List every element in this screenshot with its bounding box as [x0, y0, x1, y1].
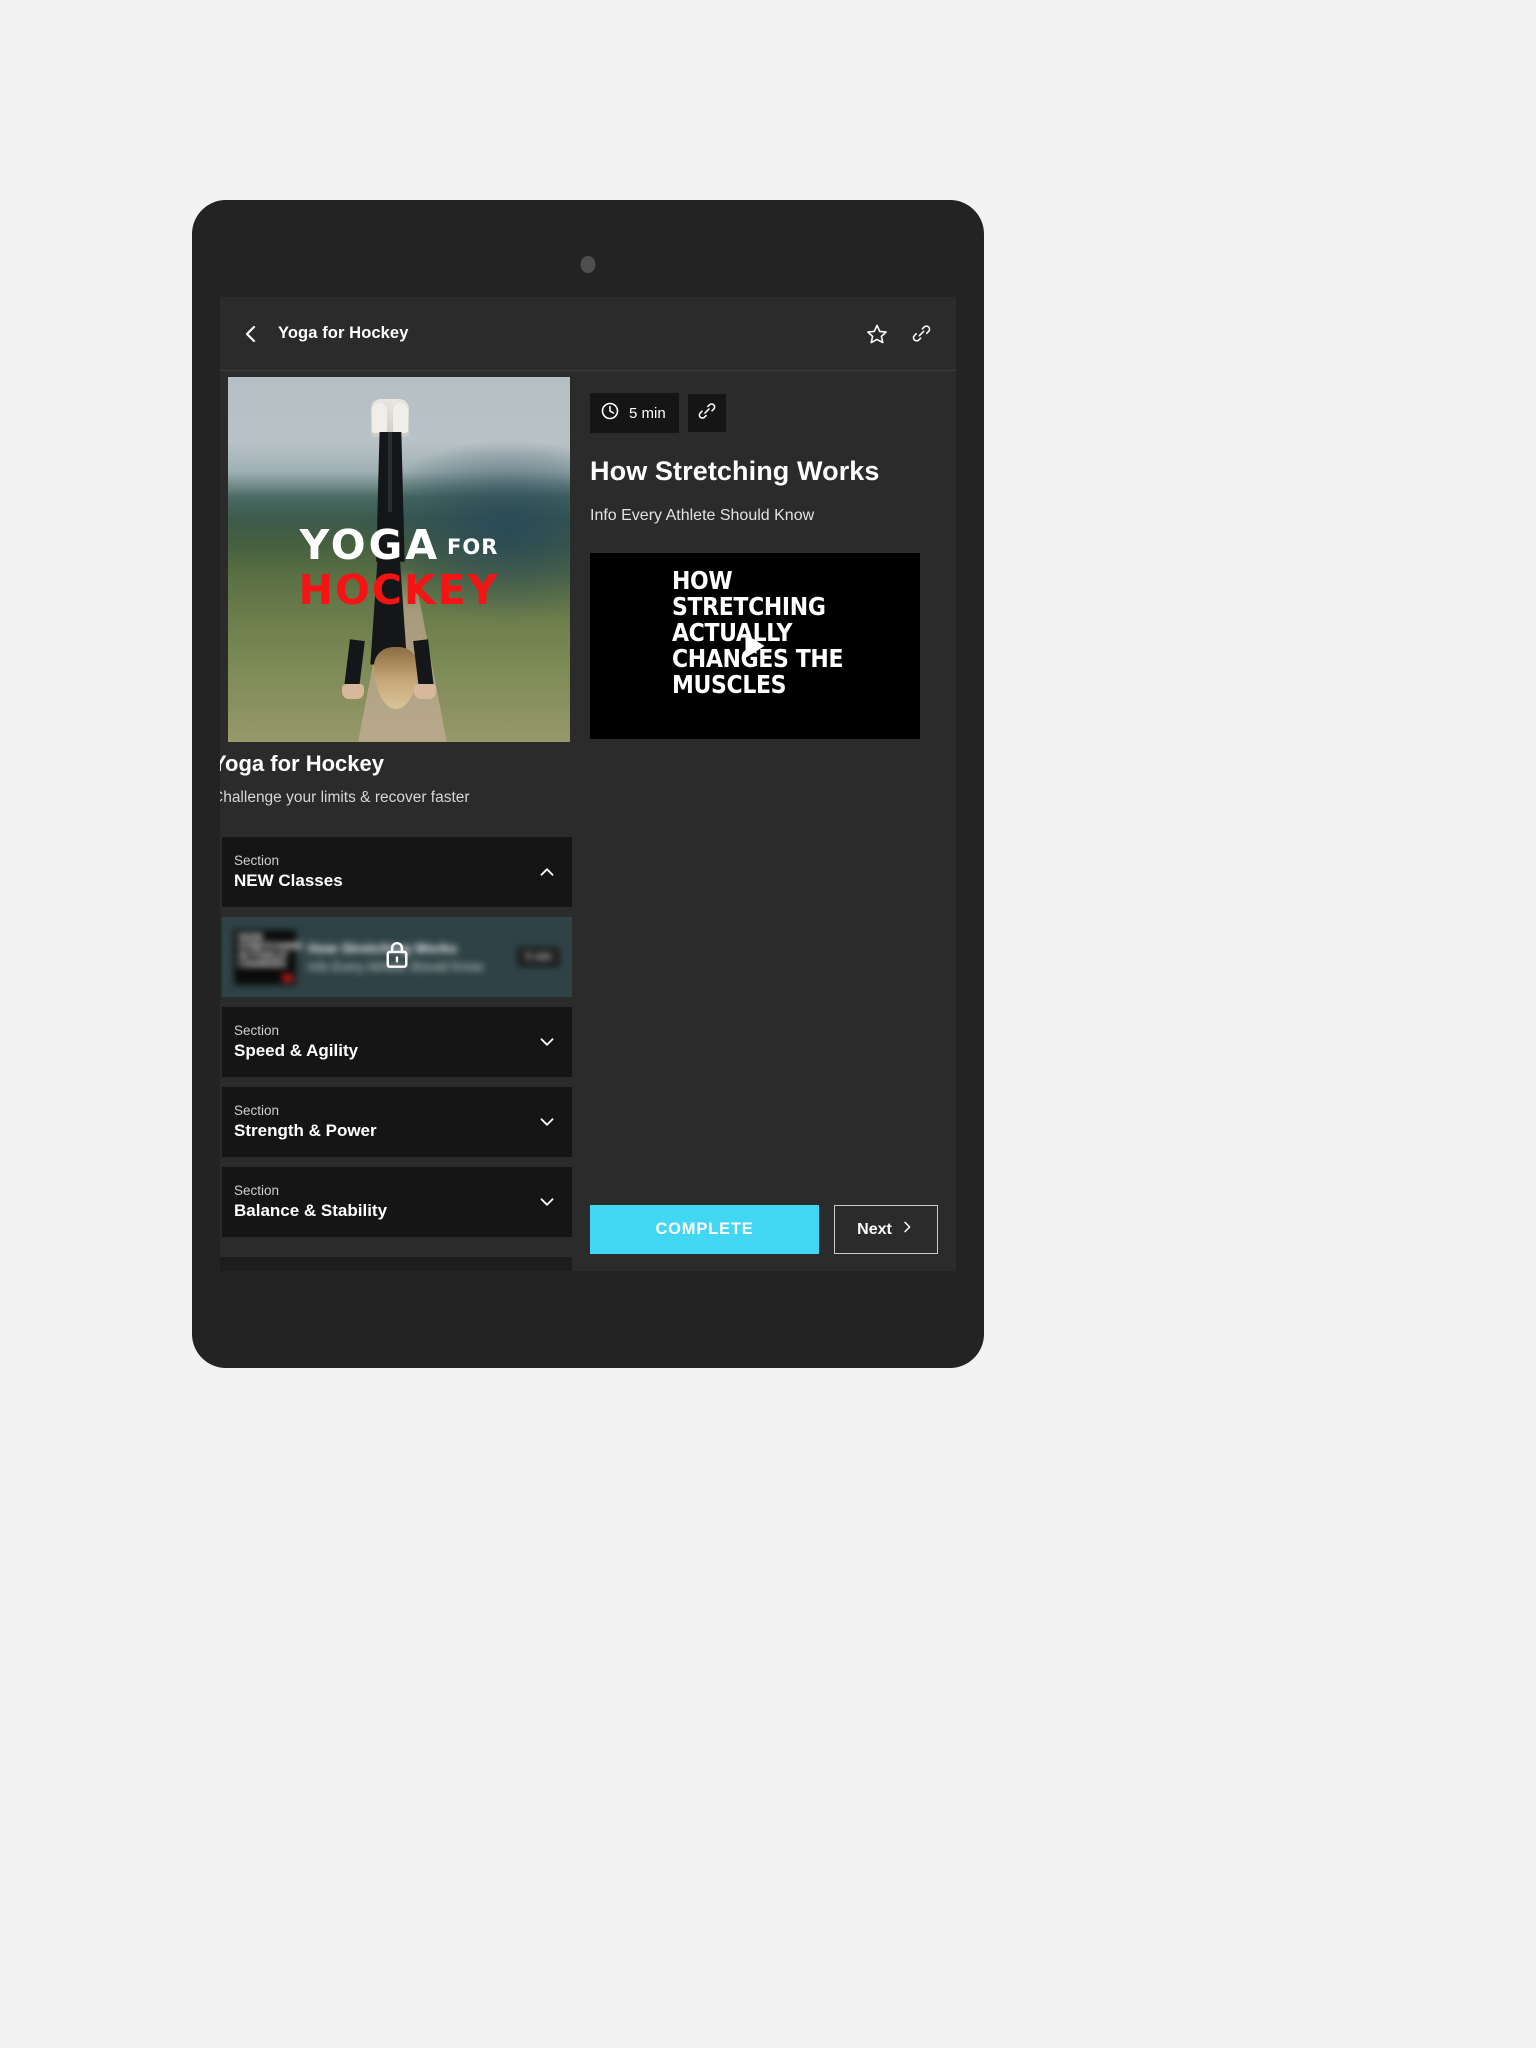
video-title-text: HOW STRETCHING ACTUALLY CHANGES THE MUSC…: [672, 566, 844, 699]
lesson-subtitle: Info Every Athlete Should Know: [590, 507, 815, 524]
section-name: Strength & Power: [234, 1121, 377, 1141]
athlete-arm-right: [412, 639, 434, 689]
section-accordion-list: Section NEW Classes HOW STRETCHING ACTUA…: [222, 837, 572, 1247]
course-hero-image: YOGA FOR HOCKEY: [228, 377, 570, 742]
athlete-hand-left: [341, 683, 364, 699]
section-kicker: Section: [234, 1182, 280, 1198]
lock-overlay: [222, 917, 572, 997]
section-name: Balance & Stability: [234, 1201, 388, 1221]
app-screen: Yoga for Hockey YOGA FOR HOCKEY Yoga for…: [220, 297, 956, 1271]
chevron-right-icon: [899, 1219, 915, 1240]
next-button-label: Next: [857, 1220, 892, 1238]
chevron-up-icon[interactable]: [536, 861, 558, 883]
lesson-meta-row: 5 min: [590, 393, 938, 433]
lesson-detail-pane: 5 min How Stretching Works Info Every At…: [572, 371, 956, 1271]
lesson-title: How Stretching Works: [590, 456, 880, 486]
section-name: Speed & Agility: [234, 1041, 359, 1061]
sidebar-section-new-classes[interactable]: Section NEW Classes: [222, 837, 572, 907]
lesson-duration-chip: 5 min: [590, 393, 679, 433]
course-sidebar: YOGA FOR HOCKEY Yoga for Hockey Challenge…: [220, 371, 572, 1271]
app-header-bar: Yoga for Hockey: [220, 297, 956, 371]
section-kicker: Section: [234, 1022, 280, 1038]
athlete-arm-left: [343, 639, 365, 689]
athlete-hand-right: [413, 683, 436, 699]
content-area: YOGA FOR HOCKEY Yoga for Hockey Challenge…: [220, 371, 956, 1271]
course-title: Yoga for Hockey: [220, 751, 384, 776]
lesson-duration-text: 5 min: [629, 404, 666, 422]
section-kicker: Section: [234, 1102, 280, 1118]
complete-button[interactable]: COMPLETE: [590, 1205, 819, 1254]
chevron-down-icon[interactable]: [536, 1111, 558, 1133]
app-header-left: Yoga for Hockey: [234, 317, 408, 351]
link-icon[interactable]: [904, 317, 938, 351]
section-kicker: Section: [234, 852, 280, 868]
sidebar-section-strength-power[interactable]: Section Strength & Power: [222, 1087, 572, 1157]
sidebar-section-balance-stability[interactable]: Section Balance & Stability: [222, 1167, 572, 1237]
section-text-block: Section Speed & Agility: [234, 1022, 536, 1062]
sidebar-section-speed-agility[interactable]: Section Speed & Agility: [222, 1007, 572, 1077]
list-item-locked-lesson[interactable]: HOW STRETCHING ACTUALLY CHANGES How Stre…: [222, 917, 572, 997]
athlete-shoes: [371, 398, 410, 437]
link-icon: [697, 401, 717, 426]
lock-icon: [382, 939, 412, 976]
chevron-down-icon[interactable]: [536, 1031, 558, 1053]
course-subtitle: Challenge your limits & recover faster: [220, 789, 470, 806]
clock-icon: [600, 401, 620, 425]
chevron-down-icon[interactable]: [536, 1191, 558, 1213]
section-text-block: Section NEW Classes: [234, 852, 536, 892]
section-text-block: Section Balance & Stability: [234, 1182, 536, 1222]
chevron-left-icon[interactable]: [234, 317, 268, 351]
athlete-arms: [341, 639, 437, 699]
front-camera: [580, 256, 596, 273]
lesson-video-player[interactable]: HOW STRETCHING ACTUALLY CHANGES THE MUSC…: [590, 553, 920, 739]
lesson-share-button[interactable]: [687, 394, 726, 432]
tablet-device-frame: Yoga for Hockey YOGA FOR HOCKEY Yoga for…: [192, 200, 984, 1368]
page-title: Yoga for Hockey: [278, 324, 409, 342]
section-text-block: Section Strength & Power: [234, 1102, 536, 1142]
lesson-action-bar: COMPLETE Next: [590, 1205, 938, 1254]
next-button[interactable]: Next: [834, 1205, 938, 1254]
sidebar-bottom-strip: [220, 1257, 572, 1271]
app-header-actions: [860, 317, 938, 351]
star-icon[interactable]: [860, 317, 894, 351]
section-name: NEW Classes: [234, 871, 343, 891]
play-icon[interactable]: [745, 634, 765, 658]
